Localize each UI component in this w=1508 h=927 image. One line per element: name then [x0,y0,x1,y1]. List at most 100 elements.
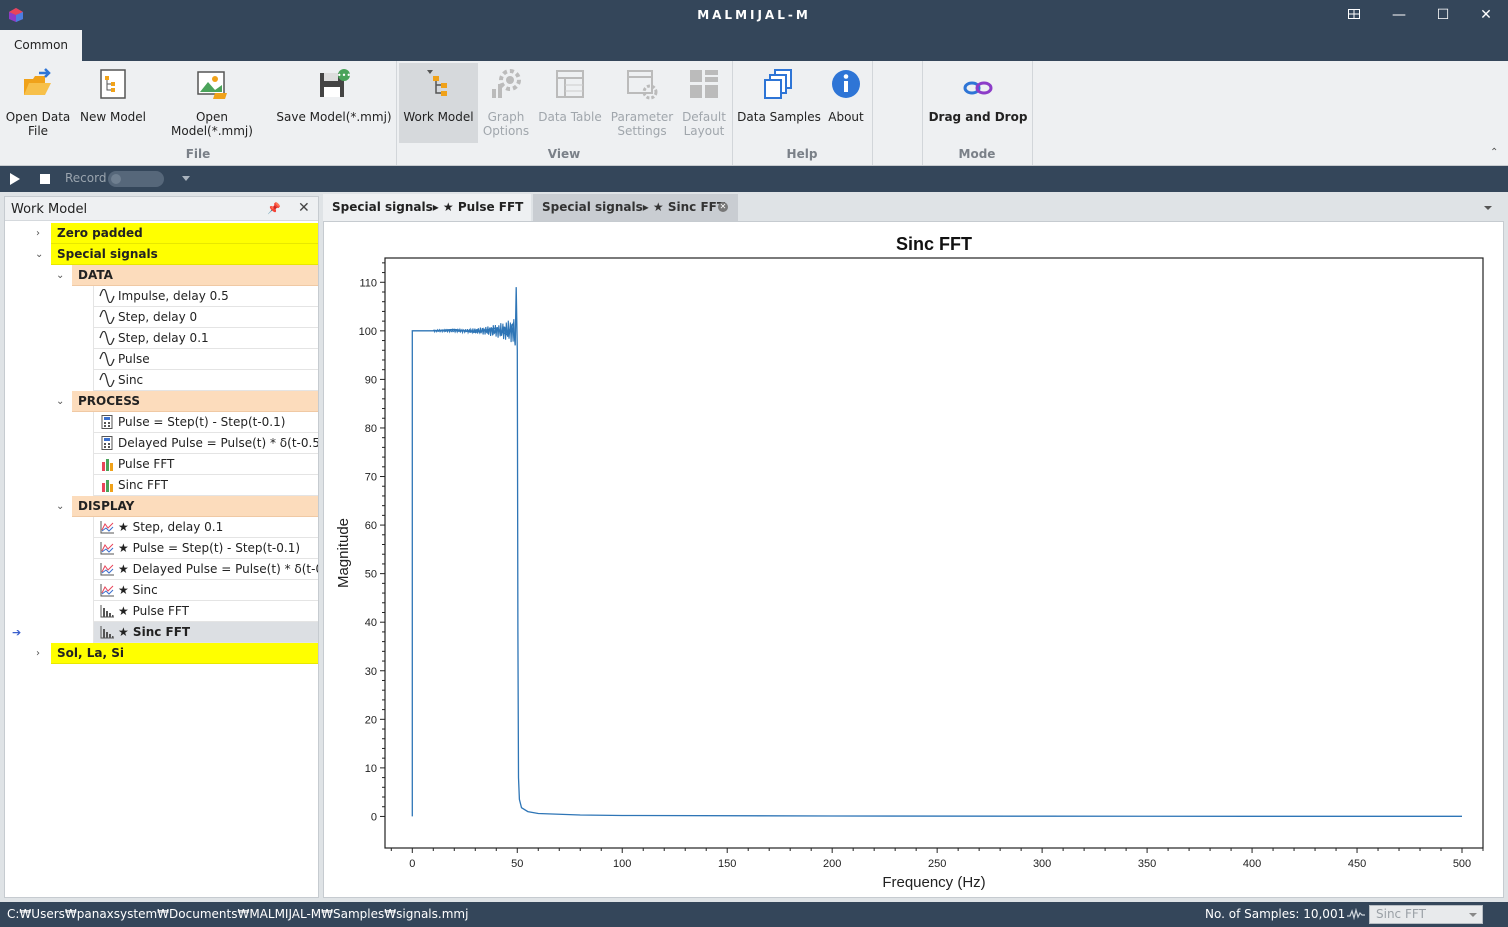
tree-node-zero-padded[interactable]: Zero padded [51,223,318,244]
work-model-button[interactable]: Work Model [399,63,478,143]
tree-node-label: Special signals [57,247,158,261]
group-label-help: Help [786,147,818,161]
expand-chevron-icon[interactable]: › [36,228,40,239]
graph-options-button[interactable]: Graph Options [480,63,532,143]
y-tick-label: 20 [365,714,377,726]
tree-leaf-process[interactable]: Sinc FFT [93,475,318,496]
tree-leaf-label: Pulse = Step(t) - Step(t-0.1) [118,415,286,429]
play-icon[interactable] [10,173,20,185]
tree-node-process[interactable]: PROCESS [72,391,318,412]
line-chart-icon [100,542,114,555]
new-model-icon [100,69,126,99]
tree-leaf-display[interactable]: ★ Sinc [93,580,318,601]
y-tick-label: 90 [365,374,377,386]
parameter-settings-button[interactable]: Parameter Settings [608,63,676,143]
minimize-button[interactable]: — [1386,4,1412,26]
gear-icon [492,69,521,98]
maximize-button[interactable]: ☐ [1430,4,1456,26]
record-dropdown-icon[interactable] [182,176,190,181]
new-model-label: New Model [79,110,147,124]
work-model-label: Work Model [403,110,474,124]
current-row-arrow-icon: ➔ [12,626,22,639]
data-table-button[interactable]: Data Table [536,63,604,143]
open-data-file-button[interactable]: Open Data File [4,63,72,143]
sinc-fft-chart[interactable]: Sinc FFT 0 50 100 150 200 250 300 350 400 450 5000… [324,222,1503,897]
y-tick-label: 100 [359,326,377,338]
tree-leaf-process[interactable]: Pulse FFT [93,454,318,475]
layout-icon [1348,9,1360,19]
display-selector-value: Sinc FFT [1376,907,1426,921]
sample-count: No. of Samples: 10,001 [1205,907,1346,921]
about-label: About [828,110,864,124]
ribbon-tab-strip: Common [0,30,1508,61]
stop-icon[interactable] [40,174,50,184]
collapse-chevron-icon[interactable]: ⌄ [35,249,43,260]
collapse-chevron-icon[interactable]: ⌄ [56,396,64,407]
tree-leaf-data[interactable]: Sinc [93,370,318,391]
tree-leaf-data[interactable]: Pulse [93,349,318,370]
y-tick-label: 110 [359,277,377,289]
tree-leaf-display[interactable]: ★ Delayed Pulse = Pulse(t) * δ(t-0.5 [93,559,318,580]
graph-options-label: Graph Options [482,110,530,138]
infinity-icon [963,81,993,95]
status-bar: C:₩Users₩panaxsystem₩Documents₩MALMIJAL-… [0,902,1508,927]
drag-and-drop-button[interactable]: Drag and Drop [928,63,1028,143]
sine-wave-icon [99,352,115,366]
about-button[interactable]: About [822,63,870,143]
x-tick-label: 250 [928,858,946,870]
tree-node-data[interactable]: DATA [72,265,318,286]
data-samples-button[interactable]: Data Samples [737,63,821,143]
tab-list-dropdown-icon[interactable] [1484,206,1492,210]
tab-common[interactable]: Common [0,30,82,61]
tree-leaf-label: ★ Sinc [118,583,158,597]
tree-leaf-display-selected[interactable]: ★ Sinc FFT [93,622,318,643]
tree-leaf-label: ★ Delayed Pulse = Pulse(t) * δ(t-0.5 [118,562,318,576]
bar-chart-icon [102,459,113,471]
tree-leaf-data[interactable]: Step, delay 0.1 [93,328,318,349]
tree-leaf-data[interactable]: Impulse, delay 0.5 [93,286,318,307]
y-tick-label: 50 [365,569,377,581]
pin-icon[interactable]: 📌 [267,202,281,215]
tree-leaf-label: ★ Pulse FFT [118,604,189,618]
tree-node-display[interactable]: DISPLAY [72,496,318,517]
close-panel-icon[interactable]: ✕ [298,200,310,216]
tree-node-special-signals[interactable]: Special signals [51,244,318,265]
collapse-chevron-icon[interactable]: ⌄ [56,270,64,281]
document-tab[interactable]: Special signals▸ ★ Pulse FFT [323,194,531,221]
tree-leaf-display[interactable]: ★ Step, delay 0.1 [93,517,318,538]
default-layout-button[interactable]: Default Layout [678,63,730,143]
bar-chart-icon [102,480,113,492]
record-toggle[interactable] [108,171,164,187]
tree-leaf-label: Sinc FFT [118,478,168,492]
y-tick-label: 0 [371,811,377,823]
histogram-icon [100,605,114,618]
collapse-ribbon-icon[interactable]: ⌃ [1490,147,1498,158]
close-tab-icon[interactable]: ✕ [718,202,728,212]
document-tab-active[interactable]: Special signals▸ ★ Sinc FFT ✕ [533,194,738,221]
tree-leaf-display[interactable]: ★ Pulse FFT [93,601,318,622]
tree-leaf-data[interactable]: Step, delay 0 [93,307,318,328]
y-tick-label: 40 [365,617,377,629]
table-icon [556,70,584,98]
record-toolbar: Record [0,166,1508,192]
expand-chevron-icon[interactable]: › [36,648,40,659]
open-model-button[interactable]: Open Model(*.mmj) [154,63,270,143]
group-separator [1032,61,1033,165]
tree-node-sol-la-si[interactable]: Sol, La, Si [51,643,318,664]
record-label: Record [65,171,107,185]
settings-window-icon [627,70,658,100]
calculator-icon [101,415,113,429]
tree-leaf-label: ★ Pulse = Step(t) - Step(t-0.1) [118,541,301,555]
x-tick-label: 300 [1033,858,1051,870]
line-chart-icon [100,563,114,576]
tree-leaf-display[interactable]: ★ Pulse = Step(t) - Step(t-0.1) [93,538,318,559]
tree-leaf-process[interactable]: Delayed Pulse = Pulse(t) * δ(t-0.5) [93,433,318,454]
save-model-button[interactable]: ••• Save Model(*.mmj) [276,63,392,143]
restore-layout-button[interactable] [1341,4,1367,26]
display-selector[interactable]: Sinc FFT [1369,905,1483,924]
close-button[interactable]: ✕ [1473,4,1499,26]
tree-leaf-label: Sinc [118,373,144,387]
new-model-button[interactable]: New Model [78,63,148,143]
collapse-chevron-icon[interactable]: ⌄ [56,501,64,512]
tree-leaf-process[interactable]: Pulse = Step(t) - Step(t-0.1) [93,412,318,433]
